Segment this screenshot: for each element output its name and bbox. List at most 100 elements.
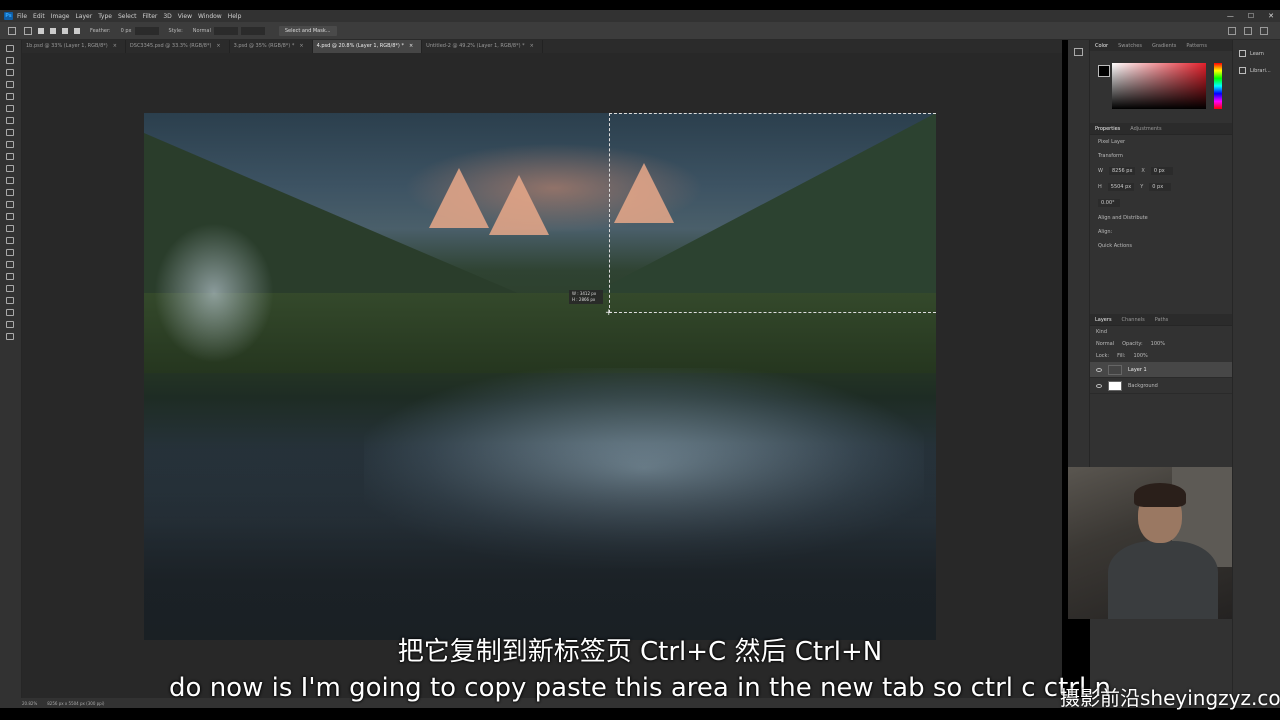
gradient-tool-icon[interactable] (6, 189, 14, 196)
tab-close-icon[interactable]: × (409, 43, 413, 49)
width-field[interactable]: 8256 px (1108, 167, 1136, 175)
share-icon[interactable] (1260, 27, 1268, 35)
x-field[interactable]: 0 px (1150, 167, 1173, 175)
menu-type[interactable]: Type (98, 13, 112, 20)
height-field[interactable] (240, 26, 265, 35)
tab-untitled-2[interactable]: Untitled-2 @ 49.2% (Layer 1, RGB/8*) * × (422, 40, 543, 53)
menu-image[interactable]: Image (51, 13, 70, 20)
tab-channels[interactable]: Channels (1117, 317, 1150, 323)
zoom-tool-icon[interactable] (6, 285, 14, 292)
workspace-icon[interactable] (1244, 27, 1252, 35)
marquee-tool-icon[interactable] (6, 57, 14, 64)
crop-tool-icon[interactable] (6, 93, 14, 100)
libraries-icon (1239, 67, 1246, 74)
width-field[interactable] (213, 26, 238, 35)
type-tool-icon[interactable] (6, 237, 14, 244)
tab-close-icon[interactable]: × (299, 43, 303, 49)
brush-tool-icon[interactable] (6, 141, 14, 148)
add-selection-icon[interactable] (50, 27, 56, 34)
menu-view[interactable]: View (178, 13, 192, 20)
minimize-button[interactable]: — (1227, 12, 1234, 20)
eraser-tool-icon[interactable] (6, 177, 14, 184)
crosshair-cursor-icon: + (605, 308, 613, 318)
anti-alias-field[interactable] (134, 26, 159, 35)
layer-row-layer-1[interactable]: Layer 1 (1090, 362, 1232, 378)
home-icon[interactable] (8, 26, 16, 35)
layer-row-background[interactable]: Background (1090, 378, 1232, 394)
height-field[interactable]: 5504 px (1107, 183, 1135, 191)
more-tools-icon[interactable] (6, 297, 14, 304)
tab-gradients[interactable]: Gradients (1147, 43, 1181, 49)
quick-mask-icon[interactable] (6, 321, 14, 328)
move-tool-icon[interactable] (6, 45, 14, 52)
menu-file[interactable]: File (17, 13, 27, 20)
layer-kind-filter[interactable]: Kind (1096, 329, 1107, 335)
y-field[interactable]: 0 px (1149, 183, 1172, 191)
blend-mode-select[interactable]: Normal (1096, 341, 1114, 347)
fill-field[interactable]: 100% (1133, 353, 1147, 359)
style-select[interactable]: Normal (193, 28, 211, 34)
tab-dsc3345[interactable]: DSC3345.psd @ 33.3% (RGB/8*) × (126, 40, 230, 53)
angle-field[interactable]: 0.00° (1098, 199, 1120, 207)
tab-layers[interactable]: Layers (1090, 317, 1117, 323)
path-select-tool-icon[interactable] (6, 249, 14, 256)
foreground-color-swatch[interactable] (1098, 65, 1110, 77)
new-selection-icon[interactable] (38, 27, 44, 34)
opacity-field[interactable]: 100% (1151, 341, 1165, 347)
intersect-selection-icon[interactable] (74, 27, 80, 34)
tab-4[interactable]: 4.psd @ 20.8% (Layer 1, RGB/8*) * × (312, 40, 423, 53)
visibility-eye-icon[interactable] (1096, 383, 1102, 388)
tab-swatches[interactable]: Swatches (1113, 43, 1147, 49)
marquee-preset-icon[interactable] (24, 26, 32, 35)
menu-select[interactable]: Select (118, 13, 137, 20)
menu-edit[interactable]: Edit (33, 13, 45, 20)
shape-tool-icon[interactable] (6, 261, 14, 268)
screen-mode-icon[interactable] (6, 333, 14, 340)
hue-slider[interactable] (1214, 63, 1222, 109)
transform-section[interactable]: Transform (1098, 153, 1123, 159)
healing-tool-icon[interactable] (6, 129, 14, 136)
quick-actions-section[interactable]: Quick Actions (1098, 243, 1132, 249)
document-canvas-image[interactable]: W : 3412 px H : 2866 px + (144, 113, 936, 640)
close-button[interactable]: ✕ (1268, 12, 1274, 20)
menu-filter[interactable]: Filter (143, 13, 158, 20)
frame-tool-icon[interactable] (6, 105, 14, 112)
tab-close-icon[interactable]: × (113, 43, 117, 49)
tab-adjustments[interactable]: Adjustments (1125, 126, 1166, 132)
quick-select-tool-icon[interactable] (6, 81, 14, 88)
tab-close-icon[interactable]: × (216, 43, 220, 49)
subtract-selection-icon[interactable] (62, 27, 68, 34)
tab-close-icon[interactable]: × (530, 43, 534, 49)
marquee-selection[interactable] (609, 113, 936, 313)
blur-tool-icon[interactable] (6, 201, 14, 208)
tab-color[interactable]: Color (1090, 43, 1113, 49)
history-brush-tool-icon[interactable] (6, 165, 14, 172)
lasso-tool-icon[interactable] (6, 69, 14, 76)
select-and-mask-button[interactable]: Select and Mask... (278, 25, 337, 36)
hand-tool-icon[interactable] (6, 273, 14, 280)
menu-layer[interactable]: Layer (75, 13, 92, 20)
color-picker-field[interactable] (1112, 63, 1206, 109)
tab-1b[interactable]: 1b.psd @ 33% (Layer 1, RGB/8*) × (22, 40, 126, 53)
libraries-panel-button[interactable]: Librari... (1239, 67, 1280, 74)
menu-window[interactable]: Window (198, 13, 222, 20)
eyedropper-tool-icon[interactable] (6, 117, 14, 124)
foreground-background-color-icon[interactable] (6, 309, 14, 316)
stamp-tool-icon[interactable] (6, 153, 14, 160)
pen-tool-icon[interactable] (6, 225, 14, 232)
tab-patterns[interactable]: Patterns (1181, 43, 1212, 49)
tab-3[interactable]: 3.psd @ 35% (RGB/8*) * × (230, 40, 313, 53)
feather-field[interactable]: 0 px (121, 28, 132, 34)
align-distribute-section[interactable]: Align and Distribute (1098, 215, 1148, 221)
visibility-eye-icon[interactable] (1096, 367, 1102, 372)
menu-3d[interactable]: 3D (163, 13, 171, 20)
search-icon[interactable] (1228, 27, 1236, 35)
tab-paths[interactable]: Paths (1150, 317, 1174, 323)
history-panel-icon[interactable] (1074, 48, 1083, 56)
menu-help[interactable]: Help (228, 13, 242, 20)
tab-properties[interactable]: Properties (1090, 126, 1125, 132)
learn-panel-button[interactable]: Learn (1239, 50, 1280, 57)
top-edge (0, 0, 1280, 10)
dodge-tool-icon[interactable] (6, 213, 14, 220)
maximize-button[interactable]: ☐ (1248, 12, 1254, 20)
